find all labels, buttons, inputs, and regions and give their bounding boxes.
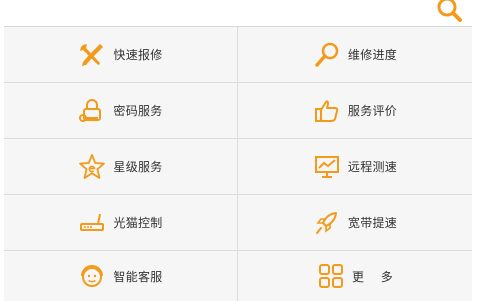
service-label: 更 多 <box>351 269 394 284</box>
star-e-icon <box>79 153 106 179</box>
service-grid: 快速报修 维修进度 密码服务 服务评价 星级服务 远程测速 光猫控制 宽带提速 … <box>4 26 472 301</box>
service-label: 智能客服 <box>113 269 163 284</box>
rocket-icon <box>315 211 337 234</box>
service-label: 密码服务 <box>113 104 163 118</box>
service-rating[interactable]: 服务评价 <box>238 83 472 139</box>
service-speed-test[interactable]: 远程测速 <box>238 139 472 195</box>
thumbs-up-icon <box>314 99 339 122</box>
service-quick-repair[interactable]: 快速报修 <box>4 27 238 83</box>
service-label: 维修进度 <box>347 48 398 62</box>
speed-monitor-icon <box>314 155 339 178</box>
modem-router-icon <box>80 213 105 231</box>
service-star[interactable]: 星级服务 <box>4 139 238 195</box>
key-lock-icon <box>79 98 102 122</box>
service-more[interactable]: 更 多 <box>238 251 472 301</box>
search-icon <box>437 0 462 22</box>
service-label: 宽带提速 <box>347 216 398 230</box>
service-label: 服务评价 <box>347 104 398 118</box>
service-speed-boost[interactable]: 宽带提速 <box>238 195 472 251</box>
service-repair-progress[interactable]: 维修进度 <box>238 27 472 83</box>
wrench-screwdriver-icon <box>80 43 104 66</box>
magnifier-icon <box>315 42 339 67</box>
service-password[interactable]: 密码服务 <box>4 83 238 139</box>
more-grid-icon <box>318 264 343 288</box>
service-smart-support[interactable]: 智能客服 <box>4 251 238 301</box>
search-button[interactable] <box>433 0 467 22</box>
service-label: 星级服务 <box>113 160 163 174</box>
service-label: 远程测速 <box>347 160 398 174</box>
service-modem-control[interactable]: 光猫控制 <box>4 195 238 251</box>
top-bar <box>0 0 480 26</box>
service-label: 快速报修 <box>113 48 163 62</box>
customer-service-avatar-icon <box>81 265 104 287</box>
service-label: 光猫控制 <box>113 216 163 230</box>
